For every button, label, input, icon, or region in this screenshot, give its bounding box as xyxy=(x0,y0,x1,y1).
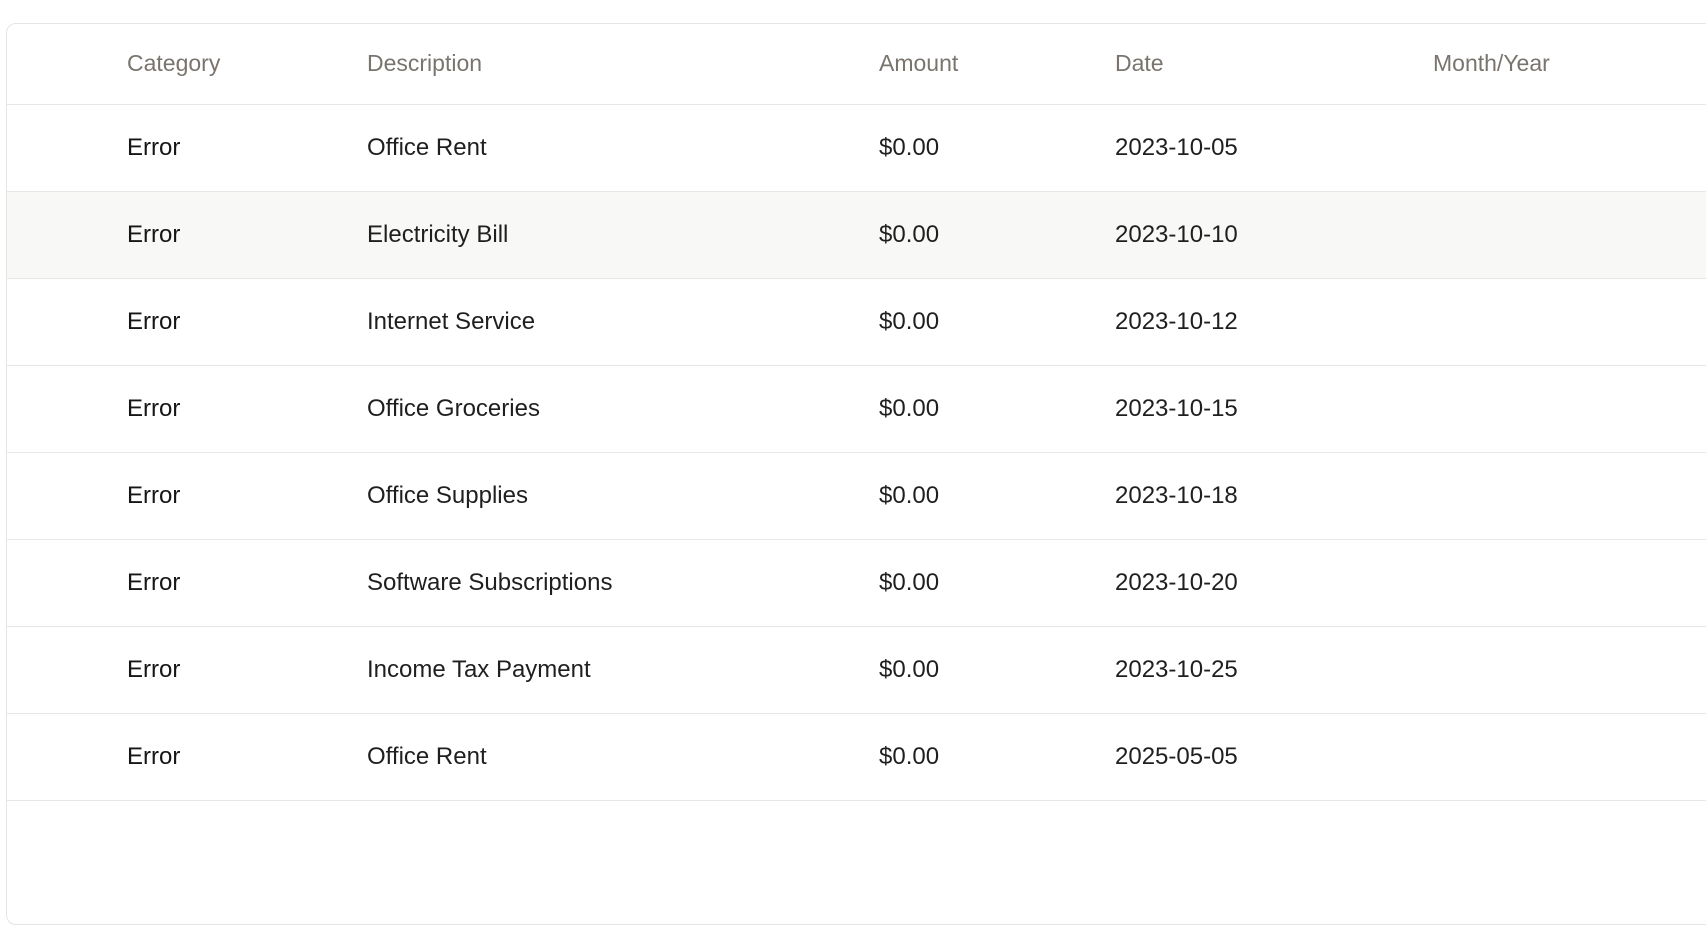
column-header-date[interactable]: Date xyxy=(1115,24,1433,104)
table-row[interactable]: Error Internet Service $0.00 2023-10-12 xyxy=(7,278,1706,365)
month-year-cell xyxy=(1433,278,1706,365)
description-cell: Internet Service xyxy=(367,307,536,335)
column-header-description[interactable]: Description xyxy=(367,24,879,104)
table-row[interactable]: Error Software Subscriptions $0.00 2023-… xyxy=(7,539,1706,626)
description-cell: Office Supplies xyxy=(367,481,528,509)
amount-cell: $0.00 xyxy=(879,307,940,335)
month-year-cell xyxy=(1433,713,1706,800)
amount-cell: $0.00 xyxy=(879,568,940,596)
date-cell: 2023-10-12 xyxy=(1115,307,1238,335)
amount-cell: $0.00 xyxy=(879,394,940,422)
amount-cell: $0.00 xyxy=(879,133,940,161)
category-cell: Error xyxy=(127,394,181,422)
description-cell: Office Groceries xyxy=(367,394,540,422)
amount-cell: $0.00 xyxy=(879,481,940,509)
description-cell: Income Tax Payment xyxy=(367,655,591,683)
category-cell: Error xyxy=(127,568,181,596)
month-year-cell xyxy=(1433,104,1706,191)
month-year-cell xyxy=(1433,626,1706,713)
column-header-month-year[interactable]: Month/Year xyxy=(1433,24,1706,104)
date-cell: 2023-10-15 xyxy=(1115,394,1238,422)
month-year-cell xyxy=(1433,452,1706,539)
description-cell: Software Subscriptions xyxy=(367,568,613,596)
description-cell: Electricity Bill xyxy=(367,220,509,248)
date-cell: 2023-10-05 xyxy=(1115,133,1238,161)
table-row[interactable]: Error Office Supplies $0.00 2023-10-18 xyxy=(7,452,1706,539)
table-header-row: Category Description Amount Date Month/Y… xyxy=(7,24,1706,104)
amount-cell: $0.00 xyxy=(879,742,940,770)
table-row[interactable]: Error Office Rent $0.00 2025-05-05 xyxy=(7,713,1706,800)
date-cell: 2023-10-10 xyxy=(1115,220,1238,248)
date-cell: 2023-10-18 xyxy=(1115,481,1238,509)
category-cell: Error xyxy=(127,481,181,509)
amount-cell: $0.00 xyxy=(879,220,940,248)
date-cell: 2023-10-25 xyxy=(1115,655,1238,683)
amount-cell: $0.00 xyxy=(879,655,940,683)
category-cell: Error xyxy=(127,133,181,161)
table-row[interactable]: Error Office Rent $0.00 2023-10-05 xyxy=(7,104,1706,191)
month-year-cell xyxy=(1433,539,1706,626)
table-header: Category Description Amount Date Month/Y… xyxy=(7,24,1706,104)
table-row[interactable]: Error Office Groceries $0.00 2023-10-15 xyxy=(7,365,1706,452)
column-header-amount[interactable]: Amount xyxy=(879,24,1115,104)
month-year-cell xyxy=(1433,365,1706,452)
description-cell: Office Rent xyxy=(367,133,487,161)
category-cell: Error xyxy=(127,742,181,770)
date-cell: 2023-10-20 xyxy=(1115,568,1238,596)
category-cell: Error xyxy=(127,655,181,683)
expenses-table-card: Category Description Amount Date Month/Y… xyxy=(6,23,1706,925)
column-header-category[interactable]: Category xyxy=(7,24,367,104)
expenses-table: Category Description Amount Date Month/Y… xyxy=(7,24,1706,801)
description-cell: Office Rent xyxy=(367,742,487,770)
date-cell: 2025-05-05 xyxy=(1115,742,1238,770)
category-cell: Error xyxy=(127,307,181,335)
table-row[interactable]: Error Income Tax Payment $0.00 2023-10-2… xyxy=(7,626,1706,713)
month-year-cell xyxy=(1433,191,1706,278)
category-cell: Error xyxy=(127,220,181,248)
table-body: Error Office Rent $0.00 2023-10-05 Error… xyxy=(7,104,1706,800)
table-row[interactable]: Error Electricity Bill $0.00 2023-10-10 xyxy=(7,191,1706,278)
